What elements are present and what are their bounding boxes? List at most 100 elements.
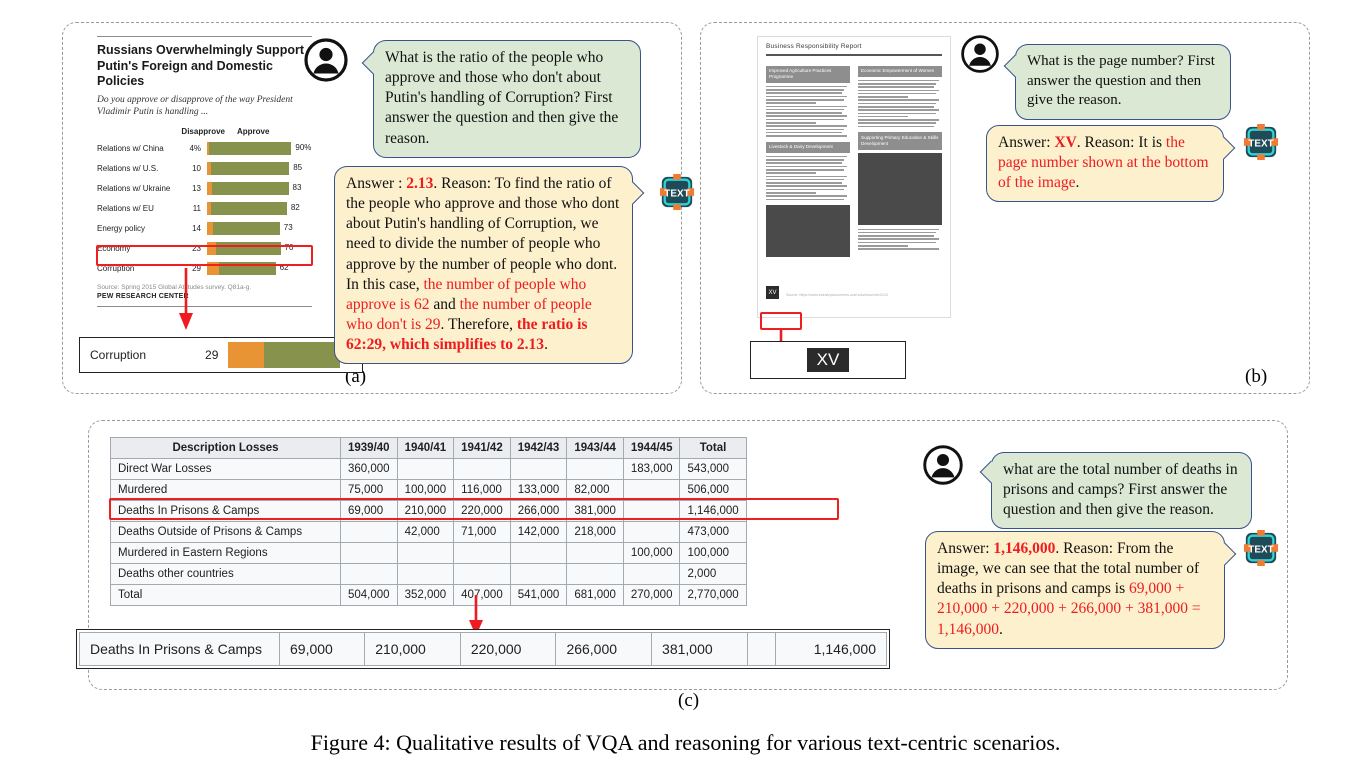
table-cell-description: Murdered xyxy=(110,479,341,501)
body-text-line xyxy=(858,92,937,95)
body-text-line xyxy=(766,195,847,197)
document-header-rule xyxy=(766,54,942,56)
deaths-row-zoom-table: Deaths In Prisons & Camps 69,000 210,000 22… xyxy=(79,632,888,666)
body-text-line xyxy=(766,102,817,104)
chart-row-category: Economy xyxy=(97,244,131,254)
table-column-header: Total xyxy=(679,437,747,459)
table-cell-value: 266,000 xyxy=(509,500,568,522)
table-cell-description: Murdered in Eastern Regions xyxy=(110,542,341,564)
chart-row-bar: 82 xyxy=(207,202,312,216)
body-text-line xyxy=(858,238,939,241)
body-text-line xyxy=(858,241,937,244)
answer-bubble-b: Answer: XV. Reason: It is the page numbe… xyxy=(986,125,1236,203)
chart-row-approve-value: 85 xyxy=(293,163,303,173)
losses-table: Description Losses 1939/40 1940/41 1941/42 1… xyxy=(110,437,747,606)
table-cell-value: 218,000 xyxy=(566,521,624,543)
chart-row-disapprove-value: 4% xyxy=(189,144,201,154)
table-cell-value xyxy=(509,458,568,480)
zoom-cell-value xyxy=(746,632,776,666)
section-heading-agriculture: Improved Agriculture Practices Programme xyxy=(766,65,850,83)
bar-segment-disapprove xyxy=(207,262,219,276)
body-text-line xyxy=(766,108,845,111)
body-text-line xyxy=(766,191,817,194)
body-text-line xyxy=(858,235,934,237)
document-column-right: Economic Empowerment of Women Supporting… xyxy=(858,65,942,258)
svg-text:TEXT: TEXT xyxy=(664,188,689,199)
table-header-row: Description Losses 1939/40 1940/41 1941/42 1… xyxy=(110,437,747,459)
user-avatar-icon xyxy=(923,445,963,485)
table-cell-value: 210,000 xyxy=(396,500,455,522)
chart-row-approve-value: 82 xyxy=(290,203,300,213)
section-heading-education: Supporting Primary Education & Skills De… xyxy=(858,132,942,150)
chart-subtitle: Do you approve or disapprove of the way … xyxy=(97,94,293,118)
svg-text:TEXT: TEXT xyxy=(1248,138,1273,149)
chart-row-disapprove-value: 10 xyxy=(192,164,201,174)
table-cell-value xyxy=(453,563,511,585)
table-cell-value: 220,000 xyxy=(453,500,511,522)
body-text-line xyxy=(858,89,939,92)
answer-prefix-b: Answer: xyxy=(998,134,1055,151)
body-text-block xyxy=(766,85,850,137)
chart-row: Energy policy 14 73 xyxy=(97,219,312,239)
table-cell-value: 183,000 xyxy=(622,458,681,480)
chart-column-headers: Disapprove Approve xyxy=(97,127,312,136)
table-cell-value xyxy=(396,458,455,480)
body-text-line xyxy=(766,92,842,95)
table-cell-value: 71,000 xyxy=(453,521,511,543)
zoom-row-disapprove: 29 xyxy=(205,348,219,362)
body-text-line xyxy=(766,155,847,158)
table-column-header: 1942/43 xyxy=(509,437,568,459)
body-text-line xyxy=(766,169,845,171)
zoom-cell-description: Deaths In Prisons & Camps xyxy=(79,632,280,666)
chart-bottom-rule xyxy=(97,305,312,307)
corruption-zoom-row: Corruption 29 62 xyxy=(79,337,363,373)
table-cell-value xyxy=(509,542,568,564)
user-avatar-icon xyxy=(961,35,999,73)
table-cell-value xyxy=(566,563,624,585)
table-cell-value: 2,000 xyxy=(679,563,747,585)
zoom-cell-value: 69,000 xyxy=(278,632,366,666)
question-text-b: What is the page number? First answer th… xyxy=(1027,53,1215,108)
table-row: Deaths Outside of Prisons & Camps 42,000 7… xyxy=(110,521,747,543)
table-cell-value xyxy=(396,563,455,585)
table-column-header: 1943/44 xyxy=(566,437,624,459)
table-cell-value: 1,146,000 xyxy=(679,500,747,522)
chart-row: Corruption 29 62 xyxy=(97,259,312,279)
chart-source: Source: Spring 2015 Global Attitudes sur… xyxy=(97,283,252,291)
bar-segment-approve xyxy=(211,162,290,176)
chart-row-category: Relations w/ China xyxy=(97,144,164,154)
col-header-approve: Approve xyxy=(237,126,270,136)
chart-top-rule xyxy=(97,36,312,37)
body-text-line xyxy=(858,248,939,250)
body-text-line xyxy=(858,102,937,105)
chart-row-approve-value: 62 xyxy=(279,263,289,273)
document-source: Source: https://www.industrydocuments.uc… xyxy=(786,293,888,297)
body-text-line xyxy=(858,109,939,111)
body-text-line xyxy=(766,121,817,124)
table-cell-value: 42,000 xyxy=(396,521,455,543)
body-text-line xyxy=(766,85,847,88)
table-cell-value xyxy=(622,500,681,522)
table-cell-value xyxy=(453,458,511,480)
svg-text:TEXT: TEXT xyxy=(1248,544,1273,555)
body-text-line xyxy=(858,96,909,98)
table-row: Deaths other countries 2,000 xyxy=(110,563,747,585)
chart-rows: Relations w/ China 4% 90% Relations w/ U.S.… xyxy=(97,139,312,279)
table-column-header: 1941/42 xyxy=(453,437,511,459)
section-heading-livestock: Livestock & Dairy Development xyxy=(766,141,850,153)
chart-row-disapprove-value: 14 xyxy=(192,224,201,234)
table-cell-value xyxy=(622,521,681,543)
body-text-line xyxy=(766,112,842,114)
table-cell-value: 75,000 xyxy=(340,479,398,501)
bar-segment-approve xyxy=(212,182,289,196)
body-text-line xyxy=(858,105,934,108)
document-photo xyxy=(766,205,850,258)
chart-row-bar: 90% xyxy=(207,142,312,156)
table-cell-value: 100,000 xyxy=(396,479,455,501)
body-text-line xyxy=(858,245,909,247)
body-text-line xyxy=(766,172,817,174)
table-row: Total 504,000 352,000 407,000 541,000 681,000… xyxy=(110,584,747,606)
figure-caption: Figure 4: Qualitative results of VQA and… xyxy=(310,730,1061,755)
chart-row-disapprove-value: 23 xyxy=(192,244,201,254)
document-columns: Improved Agriculture Practices Programme… xyxy=(758,65,950,258)
